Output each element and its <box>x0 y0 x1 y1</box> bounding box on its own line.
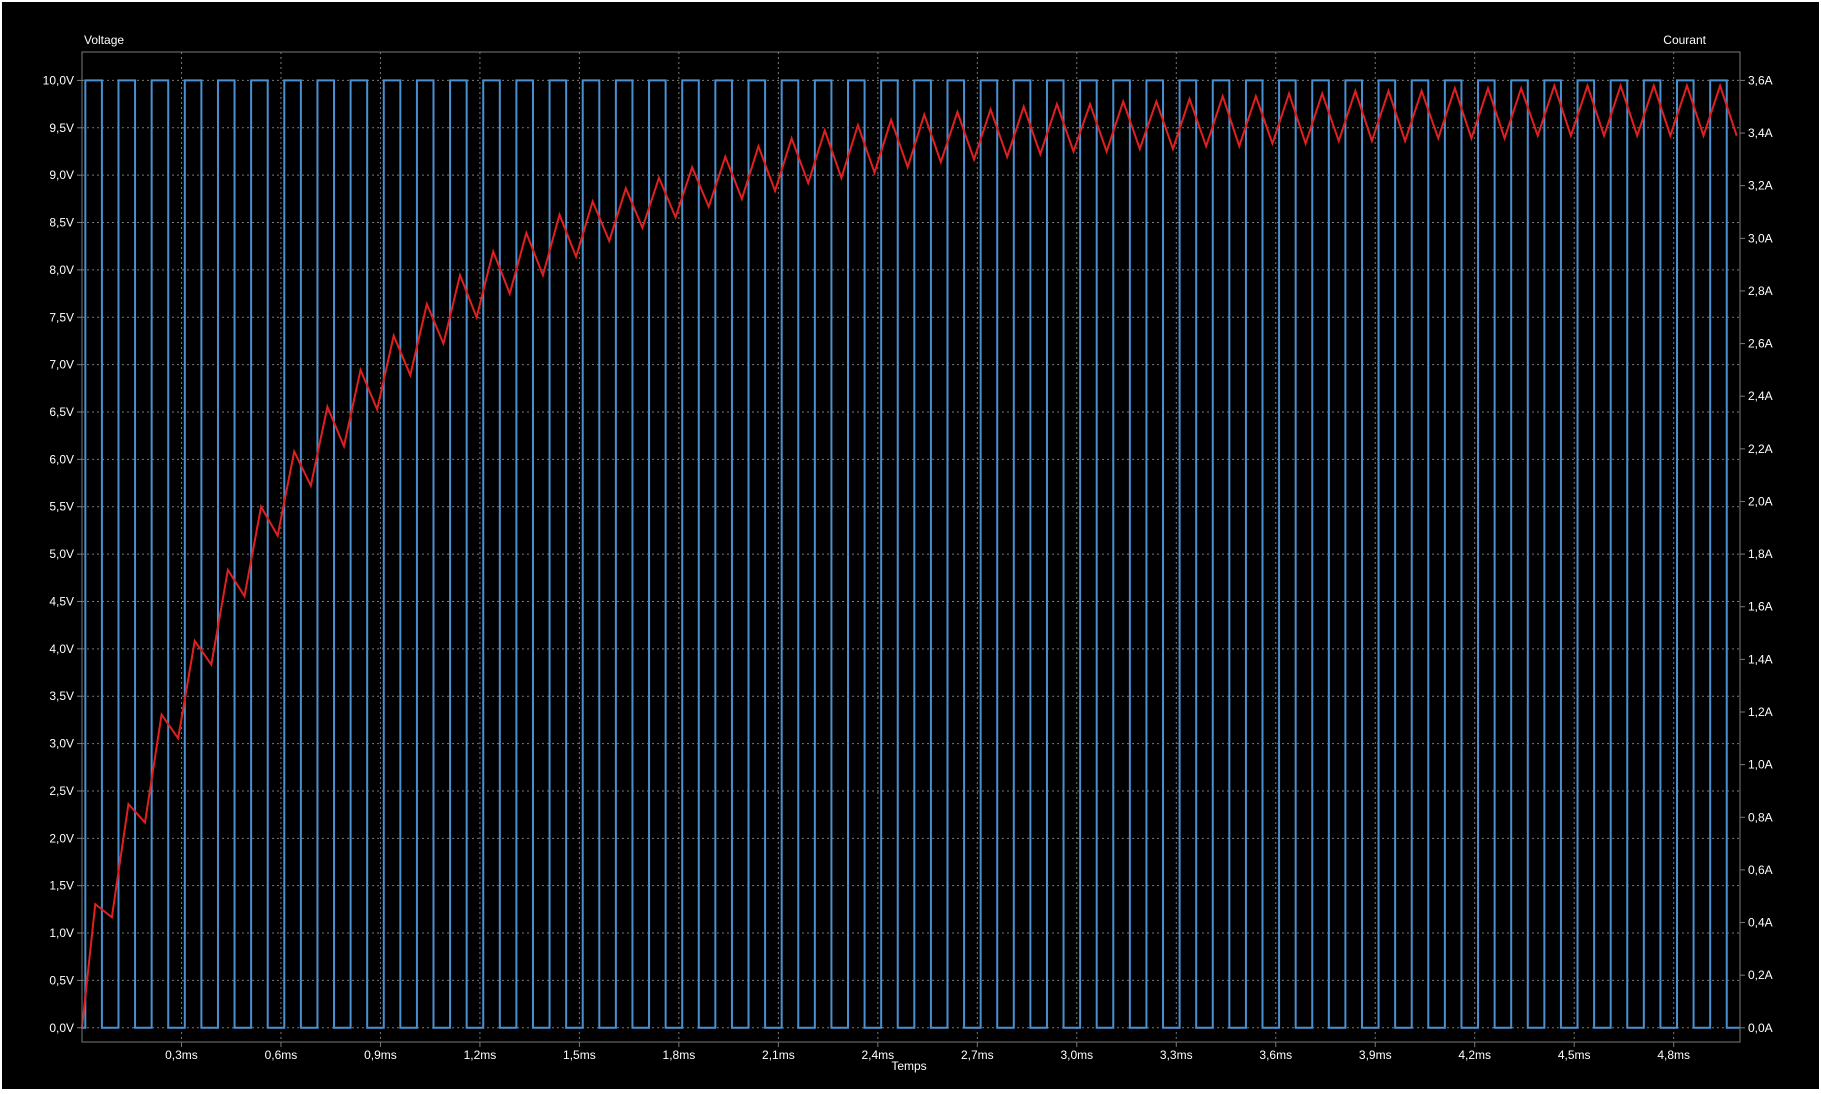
y-left-tick-label: 4,0V <box>49 642 74 656</box>
y-left-tick-label: 4,5V <box>49 594 74 608</box>
y-right-tick-label: 0,2A <box>1748 968 1773 982</box>
y-left-tick-label: 6,0V <box>49 452 74 466</box>
y-right-tick-label: 3,6A <box>1748 73 1773 87</box>
x-tick-label: 4,5ms <box>1558 1048 1591 1062</box>
y-left-tick-label: 3,5V <box>49 689 74 703</box>
y-right-tick-label: 0,6A <box>1748 863 1773 877</box>
y-right-tick-label: 3,0A <box>1748 231 1773 245</box>
x-axis-label: Temps <box>891 1059 926 1073</box>
y-right-tick-label: 0,8A <box>1748 810 1773 824</box>
y-left-tick-label: 1,5V <box>49 879 74 893</box>
y-left-tick-label: 5,5V <box>49 500 74 514</box>
waveform-chart: 0,0V 0,5V 1,0V 1,5V 2,0V 2,5V 3,0V 3,5V 4,0V 4,5V… <box>2 2 1819 1089</box>
y-right-tick-label: 2,4A <box>1748 389 1773 403</box>
left-axis-label: Voltage <box>84 33 124 47</box>
y-right-tick-label: 2,2A <box>1748 442 1773 456</box>
y-left-tick-label: 2,0V <box>49 831 74 845</box>
y-left-tick-label: 5,0V <box>49 547 74 561</box>
y-left-tick-label: 0,0V <box>49 1021 74 1035</box>
x-tick-label: 3,9ms <box>1359 1048 1392 1062</box>
window-frame: 0,0V 0,5V 1,0V 1,5V 2,0V 2,5V 3,0V 3,5V 4,0V 4,5V… <box>0 0 1821 1091</box>
y-right-tick-label: 1,4A <box>1748 652 1773 666</box>
y-right-tick-label: 1,6A <box>1748 600 1773 614</box>
y-left-tick-label: 9,5V <box>49 121 74 135</box>
y-right-tick-label: 1,0A <box>1748 758 1773 772</box>
y-left-tick-label: 2,5V <box>49 784 74 798</box>
x-tick-label: 1,2ms <box>464 1048 497 1062</box>
y-right-tick-label: 1,8A <box>1748 547 1773 561</box>
y-left-tick-label: 7,0V <box>49 358 74 372</box>
x-tick-label: 4,2ms <box>1458 1048 1491 1062</box>
y-left-tick-label: 10,0V <box>43 73 74 87</box>
x-tick-label: 2,1ms <box>762 1048 795 1062</box>
y-left-tick-label: 3,0V <box>49 737 74 751</box>
y-left-tick-label: 9,0V <box>49 168 74 182</box>
plot-screen: 0,0V 0,5V 1,0V 1,5V 2,0V 2,5V 3,0V 3,5V 4,0V 4,5V… <box>2 2 1819 1089</box>
y-left-tick-label: 0,5V <box>49 973 74 987</box>
x-tick-label: 2,7ms <box>961 1048 994 1062</box>
y-left-tick-label: 6,5V <box>49 405 74 419</box>
x-tick-label: 3,6ms <box>1259 1048 1292 1062</box>
y-right-tick-label: 2,8A <box>1748 284 1773 298</box>
y-right-tick-label: 2,0A <box>1748 494 1773 508</box>
y-right-tick-label: 2,6A <box>1748 337 1773 351</box>
y-right-tick-label: 1,2A <box>1748 705 1773 719</box>
x-tick-label: 0,3ms <box>165 1048 198 1062</box>
y-left-tick-label: 1,0V <box>49 926 74 940</box>
y-right-tick-label: 3,2A <box>1748 179 1773 193</box>
y-right-tick-label: 3,4A <box>1748 126 1773 140</box>
x-tick-label: 4,8ms <box>1657 1048 1690 1062</box>
x-tick-label: 1,8ms <box>663 1048 696 1062</box>
right-axis-label: Courant <box>1663 33 1706 47</box>
y-right-tick-label: 0,4A <box>1748 916 1773 930</box>
x-tick-label: 1,5ms <box>563 1048 596 1062</box>
y-right-tick-label: 0,0A <box>1748 1021 1773 1035</box>
x-tick-label: 3,3ms <box>1160 1048 1193 1062</box>
y-left-tick-label: 8,0V <box>49 263 74 277</box>
x-tick-label: 0,9ms <box>364 1048 397 1062</box>
x-tick-label: 3,0ms <box>1060 1048 1093 1062</box>
y-left-tick-label: 8,5V <box>49 216 74 230</box>
y-left-tick-label: 7,5V <box>49 310 74 324</box>
x-tick-label: 0,6ms <box>265 1048 298 1062</box>
x-tick-label: 2,4ms <box>861 1048 894 1062</box>
plot-background <box>2 2 1819 1089</box>
